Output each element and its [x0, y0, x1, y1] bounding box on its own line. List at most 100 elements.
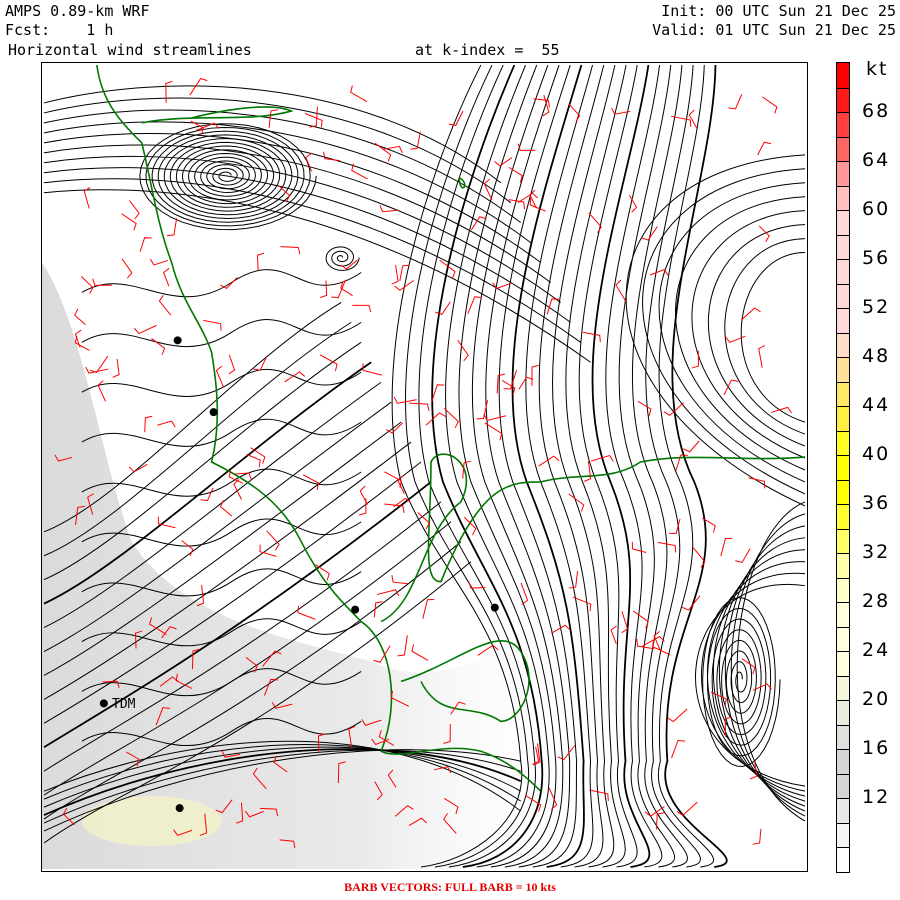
- station-marker: [351, 605, 360, 614]
- colorbar-label: 44: [862, 394, 891, 417]
- wind-barb: [735, 548, 751, 564]
- colorbar-bin: [837, 528, 849, 555]
- colorbar-label: 40: [862, 443, 891, 466]
- wind-barb: [166, 218, 178, 237]
- wind-barb: [568, 103, 581, 122]
- wind-barb: [156, 420, 176, 428]
- wind-barb: [748, 477, 766, 489]
- coastline: [458, 177, 466, 189]
- wind-barb: [83, 187, 91, 209]
- streamline: [43, 189, 591, 363]
- wind-barb: [762, 96, 778, 114]
- wind-barb: [615, 279, 627, 302]
- wind-barb: [752, 828, 762, 845]
- colorbar-bin: [837, 651, 849, 677]
- station-marker: [173, 336, 182, 345]
- colorbar-unit: kt: [866, 58, 889, 80]
- colorbar-bin: [837, 430, 849, 457]
- wind-barb: [650, 269, 669, 276]
- wind-barb: [667, 708, 688, 723]
- colorbar-bin: [837, 87, 849, 113]
- wind-barb: [319, 280, 328, 299]
- colorbar-bin: [837, 357, 849, 383]
- station-marker: [99, 699, 108, 708]
- colorbar-label: 64: [862, 149, 891, 172]
- wind-barb: [588, 212, 602, 233]
- wind-speed-colorbar: [836, 62, 850, 873]
- wind-barb: [496, 373, 505, 394]
- wind-barb: [631, 541, 647, 553]
- wind-barb: [531, 364, 539, 386]
- wind-barb: [637, 400, 652, 416]
- streamline: [724, 238, 806, 435]
- wind-barb: [391, 264, 399, 285]
- colorbar-label: 16: [862, 737, 891, 760]
- streamline: [578, 64, 638, 868]
- wind-barb: [720, 537, 733, 557]
- wind-barb: [228, 354, 236, 375]
- colorbar-label: 32: [862, 541, 891, 564]
- station-marker: [209, 408, 218, 417]
- terrain-shading: [42, 262, 578, 869]
- wind-barb: [379, 205, 399, 213]
- station-label-tdm: TDM: [112, 697, 136, 712]
- init-time: Init: 00 UTC Sun 21 Dec 25: [661, 2, 896, 20]
- colorbar-label: 20: [862, 688, 891, 711]
- wind-barb: [305, 152, 313, 172]
- wind-barb: [422, 599, 435, 619]
- colorbar-bin: [837, 749, 849, 775]
- wind-barb: [181, 540, 194, 556]
- colorbar-bin: [837, 798, 849, 824]
- wind-barb: [683, 440, 700, 453]
- wind-barb: [397, 635, 408, 657]
- wind-barb: [121, 258, 133, 279]
- wind-barb: [385, 422, 404, 434]
- colorbar-label: 36: [862, 492, 891, 515]
- colorbar-bin: [837, 112, 849, 138]
- colorbar-bin: [837, 185, 849, 212]
- colorbar-bin: [837, 847, 849, 872]
- wind-barb: [219, 500, 233, 517]
- barb-caption: BARB VECTORS: FULL BARB = 10 kts: [344, 880, 556, 894]
- streamline: [675, 196, 806, 471]
- wind-barb: [770, 406, 792, 414]
- wind-barb: [503, 370, 518, 390]
- colorbar-bin: [837, 63, 849, 89]
- wind-barb: [246, 453, 261, 468]
- wind-barb: [425, 412, 446, 426]
- colorbar-label: 52: [862, 296, 891, 319]
- wind-barb: [133, 324, 157, 335]
- wind-barb: [112, 358, 120, 378]
- colorbar-bin: [837, 479, 849, 506]
- wind-barb: [350, 85, 368, 103]
- colorbar-bin: [837, 626, 849, 653]
- coastline: [141, 106, 294, 124]
- colorbar-label: 48: [862, 345, 891, 368]
- wind-barb: [162, 267, 170, 287]
- wind-barb: [139, 237, 152, 252]
- wind-barb: [508, 199, 526, 210]
- wind-barb: [319, 354, 338, 372]
- forecast-hour: Fcst: 1 h: [5, 21, 114, 39]
- wind-barb: [457, 339, 469, 362]
- colorbar-label: 56: [862, 247, 891, 270]
- wind-barb: [352, 304, 372, 313]
- colorbar-bin: [837, 308, 849, 334]
- wind-barb: [220, 276, 238, 289]
- terrain-shading-yellow: [81, 796, 222, 847]
- wind-barb: [692, 547, 706, 568]
- wind-barb: [374, 142, 392, 162]
- wind-barb: [340, 281, 353, 297]
- wind-barb: [250, 447, 266, 464]
- colorbar-bin: [837, 234, 849, 261]
- colorbar-bin: [837, 259, 849, 285]
- streamline: [664, 65, 728, 868]
- streamline: [43, 178, 581, 343]
- wind-barb: [266, 530, 280, 551]
- wind-barb: [725, 335, 746, 344]
- wind-barb: [723, 379, 739, 396]
- streamline: [707, 224, 806, 447]
- colorbar-label: 28: [862, 590, 891, 613]
- colorbar-bin: [837, 136, 849, 163]
- streamline: [81, 319, 362, 348]
